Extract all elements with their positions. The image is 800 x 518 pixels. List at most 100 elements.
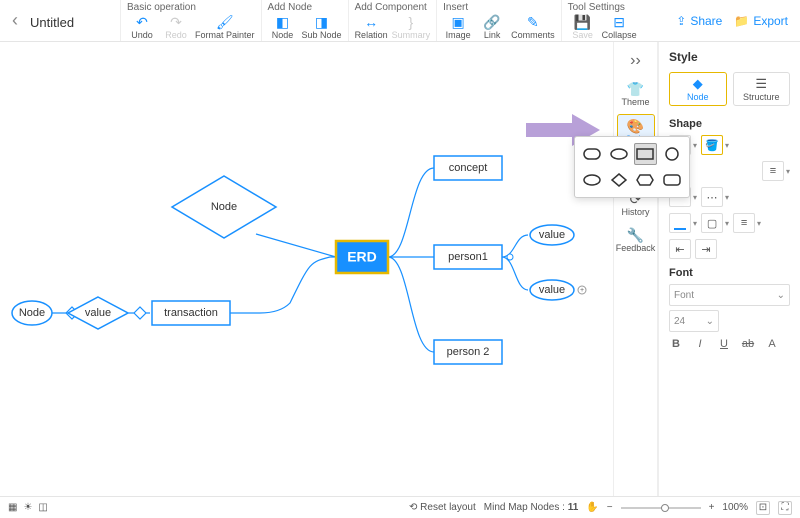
group-add-node: Add Node ◧Node ◨Sub Node	[261, 0, 348, 41]
shape-diamond[interactable]	[608, 169, 631, 191]
panel-tab-node[interactable]: ◆Node	[669, 72, 727, 106]
summary-icon: }	[409, 14, 414, 30]
strike-button[interactable]: ab	[741, 338, 755, 350]
bucket-icon: 🪣	[705, 139, 719, 152]
font-section-title: Font	[669, 267, 790, 279]
view-outline-icon[interactable]: ◫	[38, 502, 47, 513]
nodes-count: Mind Map Nodes : 11	[484, 502, 579, 513]
wrench-icon: 🔧	[627, 227, 644, 243]
shape-hex[interactable]	[634, 169, 657, 191]
status-bar: ▦ ☀ ◫ ⟲ Reset layout Mind Map Nodes : 11…	[0, 496, 800, 518]
collapse-icon: ⊟	[613, 14, 625, 30]
shape-rect[interactable]	[634, 143, 657, 165]
panel-title: Style	[669, 50, 790, 64]
svg-text:person1: person1	[448, 251, 488, 263]
save-icon: 💾	[574, 14, 591, 30]
tab-feedback[interactable]: 🔧Feedback	[617, 224, 655, 256]
shape-stadium[interactable]	[661, 169, 684, 191]
fit-button[interactable]: ⊡	[756, 501, 770, 515]
reset-layout-button[interactable]: ⟲ Reset layout	[409, 502, 476, 513]
svg-text:person 2: person 2	[447, 346, 490, 358]
link-icon: 🔗	[483, 14, 500, 30]
font-size-select[interactable]: 24⌄	[669, 310, 719, 332]
node-icon: ◧	[276, 14, 289, 30]
group-insert: Insert ▣Image 🔗Link ✎Comments	[436, 0, 561, 41]
add-node-button[interactable]: ◧Node	[268, 14, 298, 40]
text-color-button[interactable]: A	[765, 338, 779, 350]
border-box[interactable]: ▢	[701, 213, 723, 233]
pan-icon[interactable]: ✋	[586, 502, 598, 513]
shirt-icon: 👕	[627, 81, 644, 97]
relation-icon: ↔	[364, 14, 378, 30]
shape-ring[interactable]	[581, 169, 604, 191]
shape-section-title: Shape	[669, 118, 790, 130]
shape-circle[interactable]	[661, 143, 684, 165]
group-label: Basic operation	[127, 2, 255, 13]
side-tabs: ›› 👕Theme 🎨Style ☻Icon ⟳History 🔧Feedbac…	[613, 42, 658, 496]
image-icon: ▣	[451, 14, 464, 30]
font-family-select[interactable]: Font⌄	[669, 284, 790, 306]
link-button[interactable]: 🔗Link	[477, 14, 507, 40]
chevron-down-icon: ⌄	[706, 316, 714, 327]
undo-button[interactable]: ↶Undo	[127, 14, 157, 40]
underline-button[interactable]: U	[717, 338, 731, 350]
share-icon: ⇪	[676, 14, 686, 28]
zoom-slider[interactable]	[621, 507, 701, 509]
brush-icon: 🖌	[216, 14, 234, 30]
structure-icon: ☰	[755, 76, 767, 92]
image-button[interactable]: ▣Image	[443, 14, 473, 40]
relation-button[interactable]: ↔Relation	[355, 14, 388, 40]
zoom-out-button[interactable]: −	[607, 502, 613, 513]
chevron-down-icon: ▾	[725, 141, 729, 150]
view-sun-icon[interactable]: ☀	[23, 502, 32, 513]
group-tool-settings: Tool Settings 💾Save ⊟Collapse	[561, 0, 643, 41]
svg-text:Node: Node	[211, 201, 237, 213]
redo-button: ↷Redo	[161, 14, 191, 40]
border-style[interactable]: ⋯	[701, 187, 723, 207]
tab-theme[interactable]: 👕Theme	[617, 78, 655, 110]
shape-rounded[interactable]	[581, 143, 604, 165]
fill-picker[interactable]: 🪣	[701, 135, 723, 155]
svg-text:concept: concept	[449, 162, 488, 174]
svg-text:value: value	[539, 284, 565, 296]
group-label: Tool Settings	[568, 2, 637, 13]
view-grid-icon[interactable]: ▦	[8, 502, 17, 513]
style-panel: Style ◆Node ☰Structure Shape ▾ 🪣 ▾ ≡▾ —▾…	[658, 42, 800, 496]
indent-out[interactable]: ⇤	[669, 239, 691, 259]
border-align[interactable]: ≡	[733, 213, 755, 233]
back-button[interactable]: ‹	[0, 0, 30, 41]
add-subnode-button[interactable]: ◨Sub Node	[302, 14, 342, 40]
shape-popup	[574, 136, 690, 198]
chevron-down-icon: ⌄	[777, 290, 785, 301]
indent-in[interactable]: ⇥	[695, 239, 717, 259]
chevron-down-icon: ▾	[693, 141, 697, 150]
zoom-level: 100%	[722, 502, 748, 513]
collapse-button[interactable]: ⊟Collapse	[602, 14, 637, 40]
export-button[interactable]: 📁Export	[734, 14, 788, 28]
save-button: 💾Save	[568, 14, 598, 40]
bold-button[interactable]: B	[669, 338, 683, 350]
group-label: Insert	[443, 2, 555, 13]
svg-text:value: value	[85, 307, 111, 319]
summary-button: }Summary	[392, 14, 431, 40]
svg-text:transaction: transaction	[164, 307, 218, 319]
undo-icon: ↶	[136, 14, 148, 30]
zoom-in-button[interactable]: +	[709, 502, 715, 513]
comments-button[interactable]: ✎Comments	[511, 14, 555, 40]
document-title[interactable]: Untitled	[30, 0, 120, 41]
collapse-panel-button[interactable]: ››	[626, 48, 645, 74]
align-button[interactable]: ≡	[762, 161, 784, 181]
pencil-icon: ✎	[527, 14, 539, 30]
canvas[interactable]: Node value transaction Node ERD concept …	[0, 42, 613, 496]
panel-tab-structure[interactable]: ☰Structure	[733, 72, 791, 106]
group-label: Add Component	[355, 2, 431, 13]
fullscreen-button[interactable]: ⛶	[778, 501, 792, 515]
share-button[interactable]: ⇪Share	[676, 14, 722, 28]
border-color[interactable]	[669, 213, 691, 233]
shape-ellipse[interactable]	[608, 143, 631, 165]
group-basic: Basic operation ↶Undo ↷Redo 🖌Format Pain…	[120, 0, 261, 41]
node-icon: ◆	[693, 76, 703, 92]
export-icon: 📁	[734, 14, 749, 28]
italic-button[interactable]: I	[693, 338, 707, 350]
format-painter-button[interactable]: 🖌Format Painter	[195, 14, 255, 40]
